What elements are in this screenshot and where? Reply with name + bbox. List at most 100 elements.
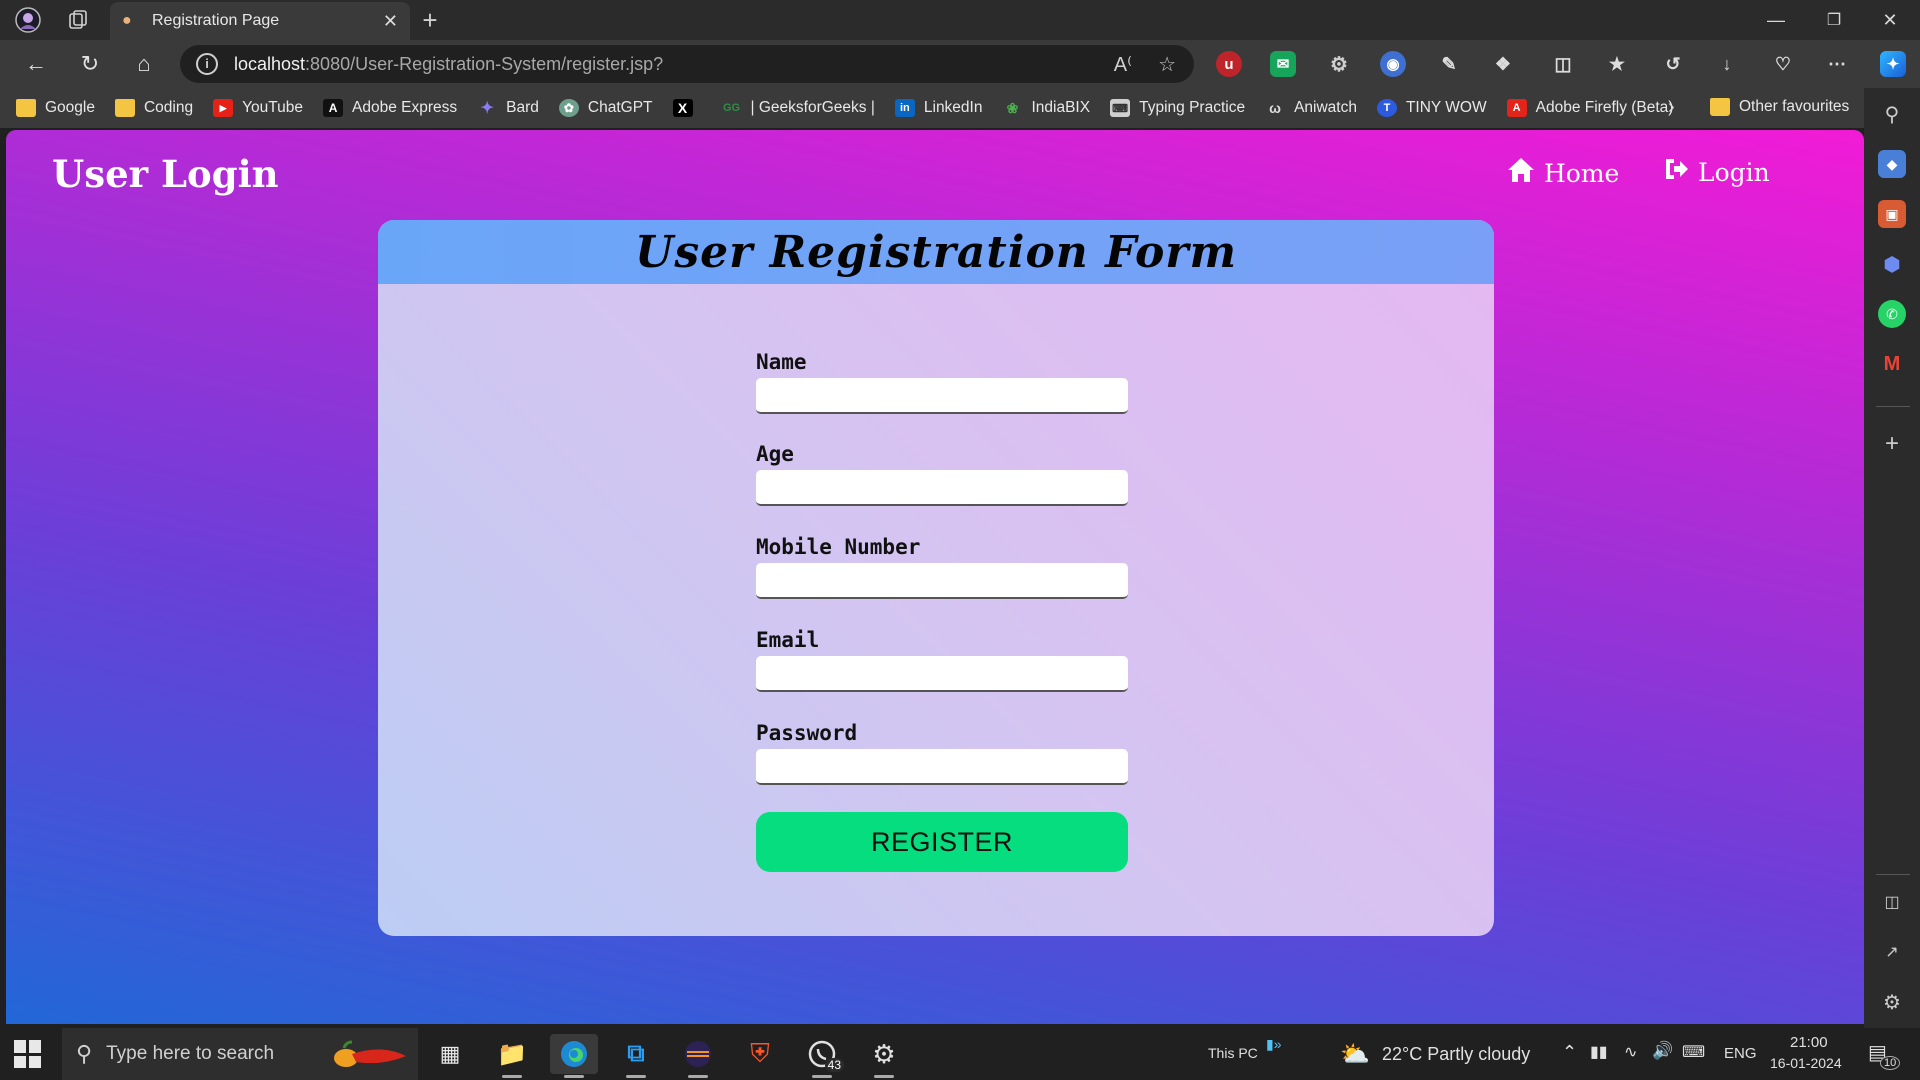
browser-essentials-icon[interactable]: ♡ (1770, 51, 1796, 77)
close-window-icon[interactable]: ✕ (1862, 0, 1918, 40)
read-aloud-icon[interactable]: A⁽ (1114, 52, 1132, 77)
email-input[interactable] (756, 656, 1128, 692)
name-input[interactable] (756, 378, 1128, 414)
language-indicator[interactable]: ENG (1724, 1045, 1757, 1062)
sidebar-settings-icon[interactable]: ⚙ (1878, 988, 1906, 1016)
bookmark-x[interactable]: X (672, 99, 702, 117)
bookmark-label: | GeeksforGeeks | (750, 99, 875, 116)
bookmark-typing-practice[interactable]: ⌨ Typing Practice (1110, 99, 1245, 117)
bookmark-bard[interactable]: ✦ Bard (477, 99, 538, 117)
bookmark-label: Typing Practice (1139, 99, 1246, 116)
settings-extension-icon[interactable]: ⚙ (1326, 51, 1352, 77)
shopping-tag-icon[interactable]: ◆ (1878, 150, 1906, 178)
settings-gear-icon[interactable]: ⚙ (860, 1034, 908, 1078)
nav-home-link[interactable]: Home (1506, 156, 1619, 191)
volume-icon[interactable]: 🔊 (1652, 1041, 1673, 1061)
weather-widget[interactable]: 22°C Partly cloudy (1382, 1044, 1530, 1065)
globe-extension-icon[interactable]: ◉ (1380, 51, 1406, 77)
hide-sidebar-icon[interactable]: ◫ (1878, 888, 1906, 916)
refresh-icon[interactable]: ↻ (74, 48, 106, 80)
task-view-icon[interactable]: ▦ (426, 1034, 474, 1074)
site-info-icon[interactable]: i (196, 53, 218, 75)
open-external-icon[interactable]: ↗ (1878, 938, 1906, 966)
taskbar-search-box[interactable]: ⚲ Type here to search (62, 1028, 418, 1080)
typing-practice-icon: ⌨ (1110, 99, 1131, 117)
mobile-number-input[interactable] (756, 563, 1128, 599)
brave-icon[interactable]: ⛨ (736, 1034, 784, 1074)
vscode-icon[interactable]: ⧉ (612, 1034, 660, 1078)
add-sidebar-app-icon[interactable]: + (1878, 430, 1906, 458)
windows-start-icon[interactable] (14, 1040, 42, 1068)
bookmark-linkedin[interactable]: in LinkedIn (894, 99, 982, 117)
taskbar-search-placeholder: Type here to search (106, 1043, 275, 1064)
file-explorer-icon[interactable]: 📁 (488, 1034, 536, 1078)
bookmark-tinywow[interactable]: T TINY WOW (1376, 99, 1487, 117)
favorite-star-icon[interactable]: ☆ (1158, 52, 1176, 77)
tools-icon[interactable]: ▣ (1878, 200, 1906, 228)
bookmark-google[interactable]: Google (16, 99, 95, 117)
bookmark-aniwatch[interactable]: ω Aniwatch (1265, 99, 1357, 117)
restore-icon[interactable]: ❐ (1806, 0, 1862, 40)
show-hidden-icons-chevron-icon[interactable]: ⌃ (1562, 1042, 1577, 1063)
extensions-puzzle-icon[interactable]: ❖ (1490, 51, 1516, 77)
split-screen-icon[interactable]: ◫ (1550, 51, 1576, 77)
profile-avatar-icon[interactable] (14, 6, 42, 34)
register-button[interactable]: REGISTER (756, 812, 1128, 872)
tab-registration-page[interactable]: ● Registration Page ✕ (110, 2, 410, 40)
downloads-icon[interactable]: ↓ (1714, 51, 1740, 77)
mobile-number-label: Mobile Number (756, 535, 921, 559)
partly-cloudy-icon: ⛅ (1340, 1041, 1370, 1068)
bookmark-chatgpt[interactable]: ✿ ChatGPT (558, 99, 653, 117)
keyboard-icon[interactable]: ⌨ (1682, 1042, 1705, 1062)
age-label: Age (756, 442, 794, 466)
browser-toolbar: ← ↻ ⌂ i localhost:8080/User-Registration… (0, 40, 1920, 88)
battery-icon[interactable]: ▮▮ (1590, 1042, 1608, 1062)
age-input[interactable] (756, 470, 1128, 506)
mail-extension-icon[interactable]: ✉ (1270, 51, 1296, 77)
this-pc-label[interactable]: This PC (1208, 1045, 1258, 1061)
history-icon[interactable]: ↺ (1660, 51, 1686, 77)
whatsapp-taskbar-icon[interactable]: 43 (798, 1034, 846, 1078)
workspaces-icon[interactable] (64, 6, 92, 34)
copilot-icon[interactable]: ✦ (1880, 51, 1906, 77)
bookmark-indiabix[interactable]: ❀ IndiaBIX (1002, 99, 1090, 117)
address-bar[interactable]: i localhost:8080/User-Registration-Syste… (180, 45, 1194, 83)
clock-date[interactable]: 16-01-2024 (1770, 1055, 1842, 1071)
ublock-origin-icon[interactable]: u (1216, 51, 1242, 77)
gmail-icon[interactable]: M (1878, 350, 1906, 378)
bookmark-coding[interactable]: Coding (114, 99, 193, 117)
search-icon[interactable]: ⚲ (1878, 100, 1906, 128)
more-options-icon[interactable]: ⋯ (1824, 51, 1850, 77)
password-label: Password (756, 721, 858, 745)
sign-in-icon (1662, 156, 1690, 189)
bookmark-label: Other favourites (1739, 98, 1850, 115)
site-brand[interactable]: User Login (52, 152, 279, 196)
new-tab-icon[interactable]: + (416, 5, 444, 35)
wifi-icon[interactable]: ∿ (1624, 1042, 1637, 1062)
back-icon[interactable]: ← (20, 48, 52, 80)
more-bookmarks-chevron-icon[interactable]: › (1668, 96, 1675, 119)
clock-time[interactable]: 21:00 (1790, 1034, 1828, 1051)
eyedropper-icon[interactable]: ✎ (1436, 51, 1462, 77)
age-field-group: Age (756, 442, 1128, 506)
password-input[interactable] (756, 749, 1128, 785)
office-icon[interactable]: ⬢ (1878, 250, 1906, 278)
home-browser-icon[interactable]: ⌂ (128, 48, 160, 80)
bard-icon: ✦ (480, 100, 494, 117)
folder-icon (1710, 98, 1730, 116)
edge-taskbar-icon[interactable] (550, 1034, 598, 1078)
tab-title: Registration Page (152, 12, 280, 29)
whatsapp-sidebar-icon[interactable]: ✆ (1878, 300, 1906, 328)
close-tab-icon[interactable]: ✕ (383, 11, 398, 32)
bookmark-geeksforgeeks[interactable]: GG | GeeksforGeeks | (722, 99, 875, 117)
bookmark-youtube[interactable]: ▶ YouTube (213, 99, 303, 117)
password-field-group: Password (756, 721, 1128, 785)
this-pc-file-icon: ▮» (1266, 1036, 1282, 1052)
bookmark-adobe-firefly[interactable]: A Adobe Firefly (Beta) (1506, 99, 1673, 117)
nav-login-link[interactable]: Login (1662, 156, 1770, 189)
favorites-icon[interactable]: ★ (1604, 51, 1630, 77)
eclipse-icon[interactable] (674, 1034, 722, 1078)
bookmark-adobe-express[interactable]: A Adobe Express (323, 99, 457, 117)
bookmark-other-favourites[interactable]: Other favourites (1710, 98, 1849, 116)
minimize-icon[interactable]: — (1748, 0, 1804, 40)
